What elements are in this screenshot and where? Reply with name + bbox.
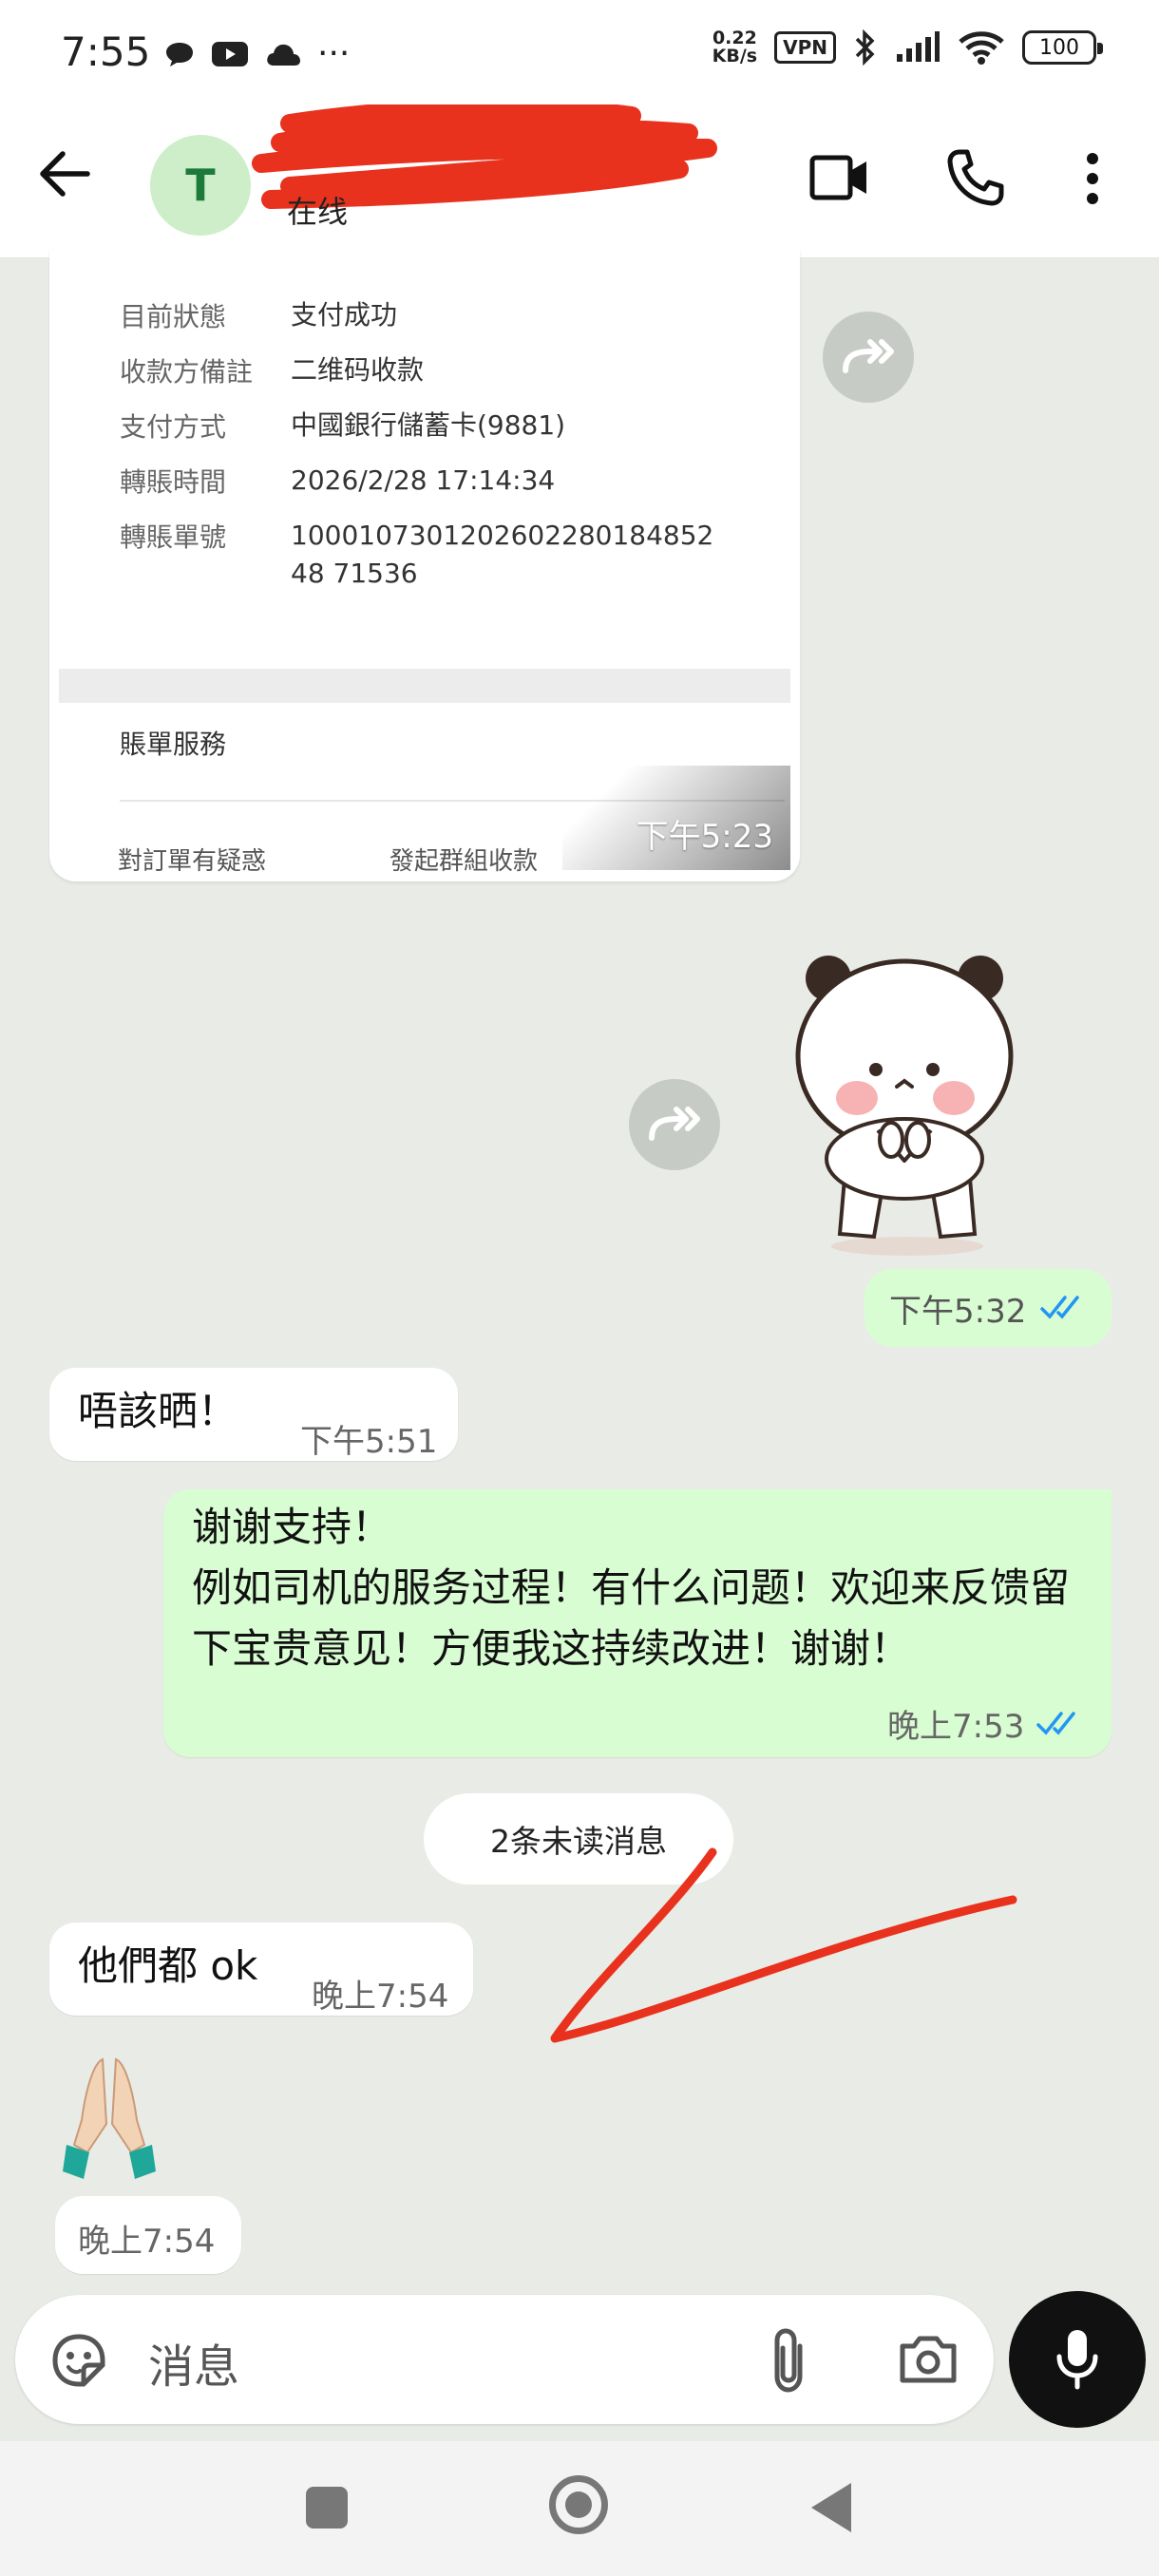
- panda-sticker[interactable]: [779, 944, 1036, 1258]
- home-button[interactable]: [549, 2475, 608, 2534]
- forward-icon: [843, 339, 894, 373]
- more-options-icon[interactable]: [1083, 152, 1102, 205]
- read-receipt-icon: [1040, 1296, 1080, 1319]
- voice-message-button[interactable]: [1009, 2291, 1146, 2428]
- read-receipt-icon: [1036, 1711, 1076, 1735]
- receipt-row: 支付方式 中國銀行儲蓄卡(9881): [120, 409, 566, 443]
- incoming-message[interactable]: 唔該晒！ 下午5:51: [49, 1368, 458, 1461]
- contact-status: 在线: [287, 194, 349, 230]
- system-navigation-bar: [0, 2441, 1159, 2576]
- folded-hands-emoji[interactable]: [57, 2054, 162, 2187]
- outgoing-message[interactable]: 谢谢支持！ 例如司机的服务过程！有什么问题！欢迎来反馈留下宝贵意见！方便我这持续…: [163, 1489, 1112, 1757]
- system-icons: 0.22 KB/s VPN 100: [712, 28, 1103, 66]
- vpn-badge: VPN: [774, 31, 836, 64]
- receipt-bottom-actions: 對訂單有疑惑 發起群組收款: [118, 847, 539, 876]
- message-text: 谢谢支持！ 例如司机的服务过程！有什么问题！欢迎来反馈留下宝贵意见！方便我这持续…: [192, 1504, 1071, 1672]
- receipt-row: 轉賬時間 2026/2/28 17:14:34: [120, 464, 556, 498]
- wifi-icon: [959, 31, 1004, 65]
- camera-icon[interactable]: [897, 2333, 960, 2386]
- emoji-message-time-bubble: 晚上7:54: [55, 2196, 241, 2274]
- bluetooth-icon: [855, 28, 875, 66]
- message-time: 下午5:32: [889, 1292, 1027, 1331]
- unread-messages-marker: 2条未读消息: [424, 1793, 733, 1885]
- chat-area[interactable]: 目前狀態 支付成功 收款方備註 二维码收款 支付方式 中國銀行儲蓄卡(9881)…: [0, 249, 1159, 2291]
- more-notifications-icon: ···: [317, 34, 351, 73]
- youtube-icon: [212, 41, 248, 66]
- message-time: 下午5:23: [636, 818, 773, 856]
- recents-button[interactable]: [306, 2487, 348, 2529]
- receipt-row: 轉賬單號 100010730120260228018485248 71536: [120, 520, 714, 589]
- payment-receipt-image[interactable]: 目前狀態 支付成功 收款方備註 二维码收款 支付方式 中國銀行儲蓄卡(9881)…: [49, 249, 800, 881]
- message-time: 晚上7:54: [312, 1978, 449, 2016]
- incoming-message[interactable]: 他們都 ok 晚上7:54: [49, 1923, 473, 2016]
- sticker-icon[interactable]: [48, 2329, 110, 2392]
- message-time-row: 晚上7:53: [887, 1700, 1083, 1747]
- message-time: 晚上7:53: [887, 1708, 1025, 1746]
- network-speed: 0.22 KB/s: [712, 28, 758, 66]
- receipt-service-label: 賬單服務: [120, 729, 227, 760]
- message-text: 唔該晒！: [78, 1388, 238, 1434]
- message-time: 晚上7:54: [78, 2223, 216, 2261]
- chat-header: T 在线: [0, 104, 1159, 258]
- system-back-button[interactable]: [811, 2483, 851, 2532]
- message-input-bar[interactable]: 消息: [15, 2295, 994, 2424]
- message-text: 他們都 ok: [78, 1942, 258, 1989]
- chat-bubble-icon: [166, 42, 193, 66]
- message-input[interactable]: 消息: [148, 2329, 239, 2396]
- battery-indicator: 100: [1022, 30, 1103, 65]
- cloud-icon: [267, 44, 300, 66]
- forward-button[interactable]: [823, 312, 914, 403]
- attach-icon[interactable]: [766, 2327, 811, 2394]
- forward-button[interactable]: [629, 1079, 720, 1170]
- receipt-row: 目前狀態 支付成功: [120, 299, 398, 332]
- sticker-timestamp-bubble: 下午5:32: [864, 1269, 1112, 1347]
- back-arrow-icon[interactable]: [38, 150, 91, 198]
- phone-call-icon[interactable]: [946, 148, 1005, 207]
- status-bar: 7:55 ··· 0.22 KB/s VPN 100: [0, 0, 1159, 104]
- status-time: 7:55: [61, 28, 151, 75]
- notification-icons: ···: [163, 34, 350, 73]
- signal-icon: [897, 31, 940, 62]
- video-call-icon[interactable]: [809, 152, 870, 203]
- microphone-icon: [1056, 2330, 1098, 2390]
- message-time: 下午5:51: [300, 1423, 438, 1461]
- receipt-divider-band: [59, 669, 790, 703]
- forward-icon: [649, 1107, 700, 1141]
- receipt-row: 收款方備註 二维码收款: [120, 354, 425, 388]
